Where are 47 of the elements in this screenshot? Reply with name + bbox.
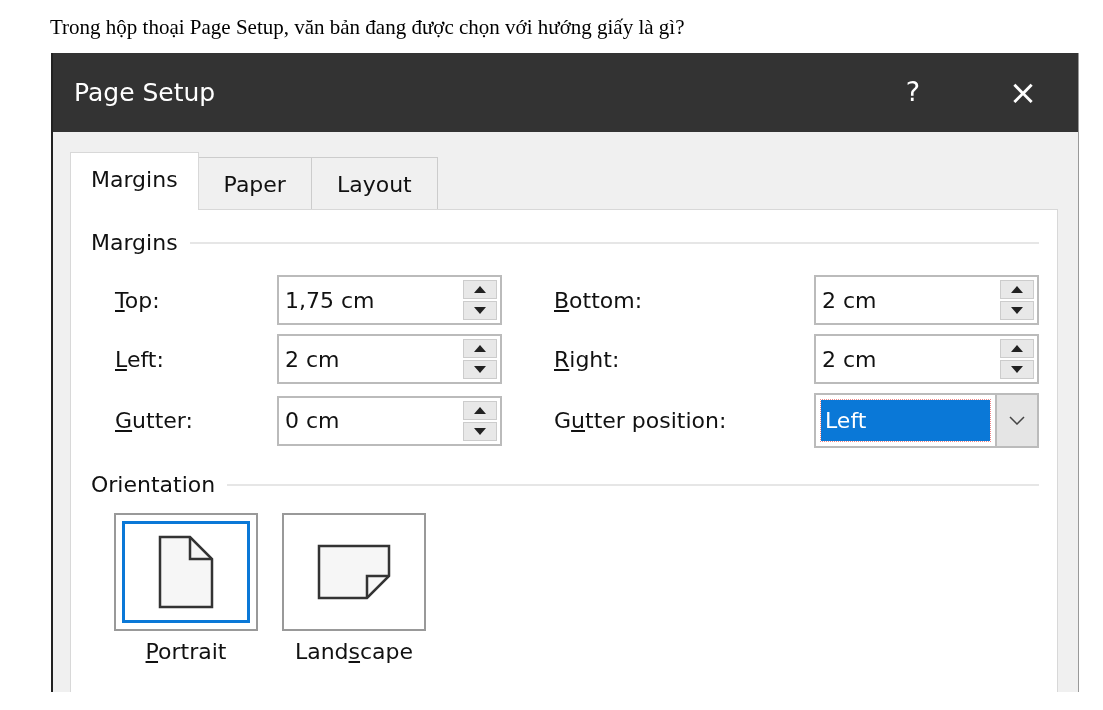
spin-down-button[interactable] [1000,360,1034,379]
triangle-up-icon [1011,286,1023,293]
field-label: Gutter position: [554,407,728,435]
triangle-up-icon [474,345,486,352]
option-label: Portrait [145,638,227,666]
spin-down-button[interactable] [1000,301,1034,320]
spin-down-button[interactable] [463,421,497,441]
tab[interactable]: Margins [70,152,199,210]
help-button[interactable]: ? [858,72,968,113]
landscape-page-icon [317,544,391,600]
spin-down-button[interactable] [463,360,497,379]
tab[interactable]: Layout [310,157,438,209]
portrait-page-icon [158,535,214,609]
spin-field[interactable]: 2 cm [814,275,1039,325]
triangle-up-icon [474,286,486,293]
window-title: Page Setup [74,76,217,109]
triangle-up-icon [474,406,486,414]
triangle-down-icon [1011,307,1023,314]
spin-field[interactable]: 0 cm [277,395,502,446]
triangle-down-icon [1011,366,1023,373]
chevron-down-icon [1009,416,1025,425]
spin-up-button[interactable] [1000,339,1034,358]
dropdown-field[interactable]: Left [814,393,1039,448]
field-label: Gutter: [115,407,194,435]
portrait-option[interactable] [114,513,258,631]
spin-up-button[interactable] [1000,280,1034,299]
close-button[interactable]: × [968,67,1078,118]
spin-field[interactable]: 2 cm [814,334,1039,384]
group-heading: Orientation [91,471,216,499]
triangle-down-icon [474,427,486,435]
field-label: Bottom: [554,286,644,315]
group-heading: Margins [91,229,178,257]
field-label: Left: [115,345,165,374]
field-label: Top: [115,286,161,315]
triangle-down-icon [474,307,486,314]
spin-up-button[interactable] [463,400,497,420]
spin-field[interactable]: 2 cm [277,334,502,384]
spin-up-button[interactable] [463,280,497,299]
triangle-down-icon [474,366,486,373]
option-label: Landscape [294,638,414,666]
field-label: Right: [554,345,621,374]
spin-up-button[interactable] [463,339,497,358]
spin-down-button[interactable] [463,301,497,320]
spin-field[interactable]: 1,75 cm [277,275,502,325]
triangle-up-icon [1011,345,1023,352]
landscape-option[interactable] [282,513,426,631]
question-text: Trong hộp thoại Page Setup, văn bản đang được chọn với hướng giấy là gì? [50,14,686,41]
